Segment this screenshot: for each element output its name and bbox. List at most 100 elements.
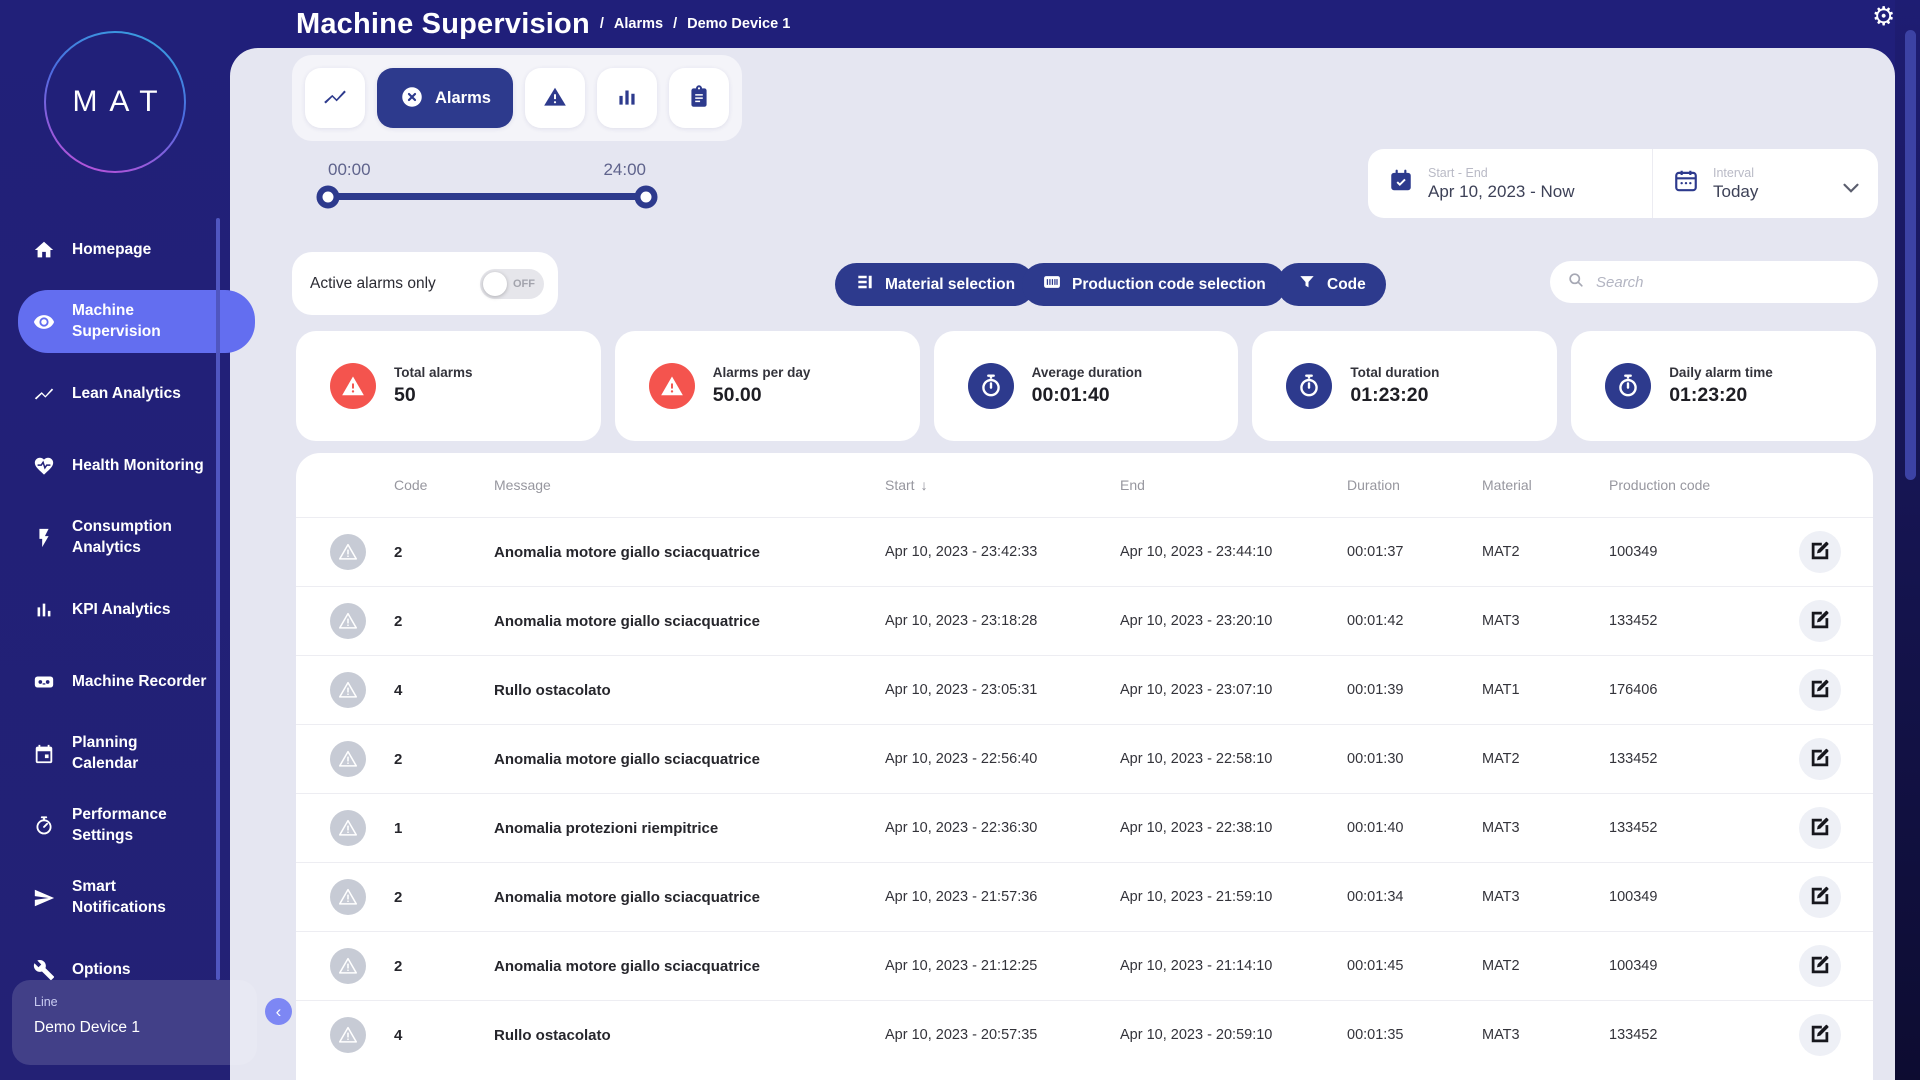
table-row[interactable]: 4 Rullo ostacolato Apr 10, 2023 - 23:05:… xyxy=(296,655,1873,724)
sidebar-item-performance-settings[interactable]: Performance Settings xyxy=(0,790,230,862)
breadcrumb-alarms[interactable]: Alarms xyxy=(614,16,663,32)
code-filter-button[interactable]: Code xyxy=(1277,263,1386,306)
alarm-material: MAT2 xyxy=(1482,751,1520,767)
alarm-triangle-icon xyxy=(648,363,695,409)
sidebar-collapse-button[interactable]: ‹ xyxy=(265,998,292,1025)
top-bar: Machine Supervision / Alarms / Demo Devi… xyxy=(230,0,1895,48)
alarm-triangle-icon xyxy=(330,948,366,984)
filter-funnel-icon xyxy=(1297,272,1317,297)
open-alarm-detail-button[interactable] xyxy=(1799,600,1841,642)
slider-thumb-end[interactable] xyxy=(634,185,658,208)
cassette-icon xyxy=(33,671,55,693)
alarm-material: MAT1 xyxy=(1482,682,1520,698)
table-row[interactable]: 4 Rullo ostacolato Apr 10, 2023 - 20:57:… xyxy=(296,1000,1873,1069)
line-label: Line xyxy=(34,995,58,1009)
device-name: Demo Device 1 xyxy=(34,1019,140,1036)
alarm-material: MAT3 xyxy=(1482,613,1520,629)
calendar-dots-icon xyxy=(1673,168,1713,199)
alarm-start: Apr 10, 2023 - 23:05:31 xyxy=(885,682,1038,698)
sidebar-item-health-monitoring[interactable]: Health Monitoring xyxy=(0,430,230,502)
alarm-production-code: 133452 xyxy=(1609,613,1658,629)
alarm-duration: 00:01:35 xyxy=(1347,1027,1404,1043)
table-row[interactable]: 2 Anomalia motore giallo sciacquatrice A… xyxy=(296,724,1873,793)
alarm-duration: 00:01:45 xyxy=(1347,958,1404,974)
view-tabs: Alarms xyxy=(292,55,742,141)
alarm-message: Anomalia motore giallo sciacquatrice xyxy=(494,543,760,561)
calendar-icon xyxy=(33,743,55,765)
toggle-knob xyxy=(483,271,507,296)
alarm-triangle-icon xyxy=(330,1017,366,1053)
sidebar-scrollbar[interactable] xyxy=(216,218,220,980)
slider-track[interactable] xyxy=(316,185,658,208)
alarm-start: Apr 10, 2023 - 22:56:40 xyxy=(885,751,1038,767)
device-selector-card[interactable]: Line Demo Device 1 xyxy=(12,980,257,1065)
bar-chart-icon xyxy=(614,84,640,113)
tab-report[interactable] xyxy=(668,68,729,128)
settings-gear-icon[interactable]: ⚙ xyxy=(1872,1,1895,32)
start-end-picker[interactable]: Start - End Apr 10, 2023 - Now xyxy=(1368,149,1652,218)
col-header-code: Code xyxy=(394,477,428,493)
alarm-end: Apr 10, 2023 - 22:38:10 xyxy=(1120,820,1273,836)
open-alarm-detail-button[interactable] xyxy=(1799,945,1841,987)
alarm-message: Rullo ostacolato xyxy=(494,681,611,699)
sidebar-item-lean-analytics[interactable]: Lean Analytics xyxy=(0,358,230,430)
tab-statistics[interactable] xyxy=(596,68,657,128)
alarm-material: MAT3 xyxy=(1482,820,1520,836)
sidebar-item-planning-calendar[interactable]: Planning Calendar xyxy=(0,718,230,790)
table-row[interactable]: 2 Anomalia motore giallo sciacquatrice A… xyxy=(296,931,1873,1000)
col-header-start[interactable]: Start ↓ xyxy=(879,477,1114,493)
stat-daily-alarm-time: Daily alarm time 01:23:20 xyxy=(1571,331,1876,441)
alarm-message: Anomalia motore giallo sciacquatrice xyxy=(494,750,760,768)
sidebar-item-homepage[interactable]: Homepage xyxy=(0,214,230,286)
sidebar: MAT Homepage Machine Supervision Lean An… xyxy=(0,0,257,1080)
send-icon xyxy=(33,887,55,909)
sidebar-item-smart-notifications[interactable]: Smart Notifications xyxy=(0,862,230,934)
active-alarms-toggle[interactable]: OFF xyxy=(480,268,544,299)
open-alarm-detail-button[interactable] xyxy=(1799,531,1841,573)
page-title: Machine Supervision xyxy=(296,7,590,40)
sidebar-item-consumption-analytics[interactable]: Consumption Analytics xyxy=(0,502,230,574)
production-code-selection-button[interactable]: Production code selection xyxy=(1022,263,1286,306)
tab-alarms-label: Alarms xyxy=(435,88,491,107)
interval-picker[interactable]: Interval Today xyxy=(1652,149,1878,218)
alarm-end: Apr 10, 2023 - 21:59:10 xyxy=(1120,889,1273,905)
search-input[interactable] xyxy=(1596,273,1862,291)
slider-end-label: 24:00 xyxy=(603,160,646,179)
start-end-label: Start - End xyxy=(1428,165,1488,180)
stopwatch-icon xyxy=(967,363,1014,409)
slider-thumb-start[interactable] xyxy=(316,185,340,208)
open-alarm-detail-button[interactable] xyxy=(1799,738,1841,780)
table-row[interactable]: 2 Anomalia motore giallo sciacquatrice A… xyxy=(296,862,1873,931)
table-row[interactable]: 1 Anomalia protezioni riempitrice Apr 10… xyxy=(296,793,1873,862)
alarm-duration: 00:01:40 xyxy=(1347,820,1404,836)
circle-x-icon xyxy=(399,84,425,113)
open-alarm-detail-button[interactable] xyxy=(1799,1014,1841,1056)
search-box xyxy=(1550,261,1878,303)
breadcrumb-device[interactable]: Demo Device 1 xyxy=(687,16,790,32)
alarm-start: Apr 10, 2023 - 21:12:25 xyxy=(885,958,1038,974)
table-row[interactable]: 2 Anomalia motore giallo sciacquatrice A… xyxy=(296,517,1873,586)
col-header-end: End xyxy=(1120,477,1145,493)
interval-value: Today xyxy=(1713,181,1759,201)
alarm-triangle-icon xyxy=(330,534,366,570)
table-body: 2 Anomalia motore giallo sciacquatrice A… xyxy=(296,517,1873,1069)
tab-warnings[interactable] xyxy=(524,68,585,128)
open-alarm-detail-button[interactable] xyxy=(1799,669,1841,711)
table-row[interactable]: 2 Anomalia motore giallo sciacquatrice A… xyxy=(296,586,1873,655)
trend-icon xyxy=(322,84,348,113)
page-scrollbar-thumb[interactable] xyxy=(1905,30,1916,480)
sort-desc-icon: ↓ xyxy=(920,477,928,493)
sidebar-item-machine-recorder[interactable]: Machine Recorder xyxy=(0,646,230,718)
open-alarm-detail-button[interactable] xyxy=(1799,876,1841,918)
tab-alarms-active[interactable]: Alarms xyxy=(377,68,513,128)
toggle-state-label: OFF xyxy=(513,277,535,290)
tab-trends[interactable] xyxy=(305,68,365,128)
material-selection-button[interactable]: Material selection xyxy=(835,263,1036,306)
alarm-code: 4 xyxy=(394,1026,403,1044)
sidebar-item-kpi-analytics[interactable]: KPI Analytics xyxy=(0,574,230,646)
alarm-end: Apr 10, 2023 - 20:59:10 xyxy=(1120,1027,1273,1043)
search-icon xyxy=(1566,270,1596,295)
open-alarm-detail-button[interactable] xyxy=(1799,807,1841,849)
edit-square-icon xyxy=(1809,1023,1831,1048)
page-scrollbar-track[interactable] xyxy=(1895,0,1920,1080)
